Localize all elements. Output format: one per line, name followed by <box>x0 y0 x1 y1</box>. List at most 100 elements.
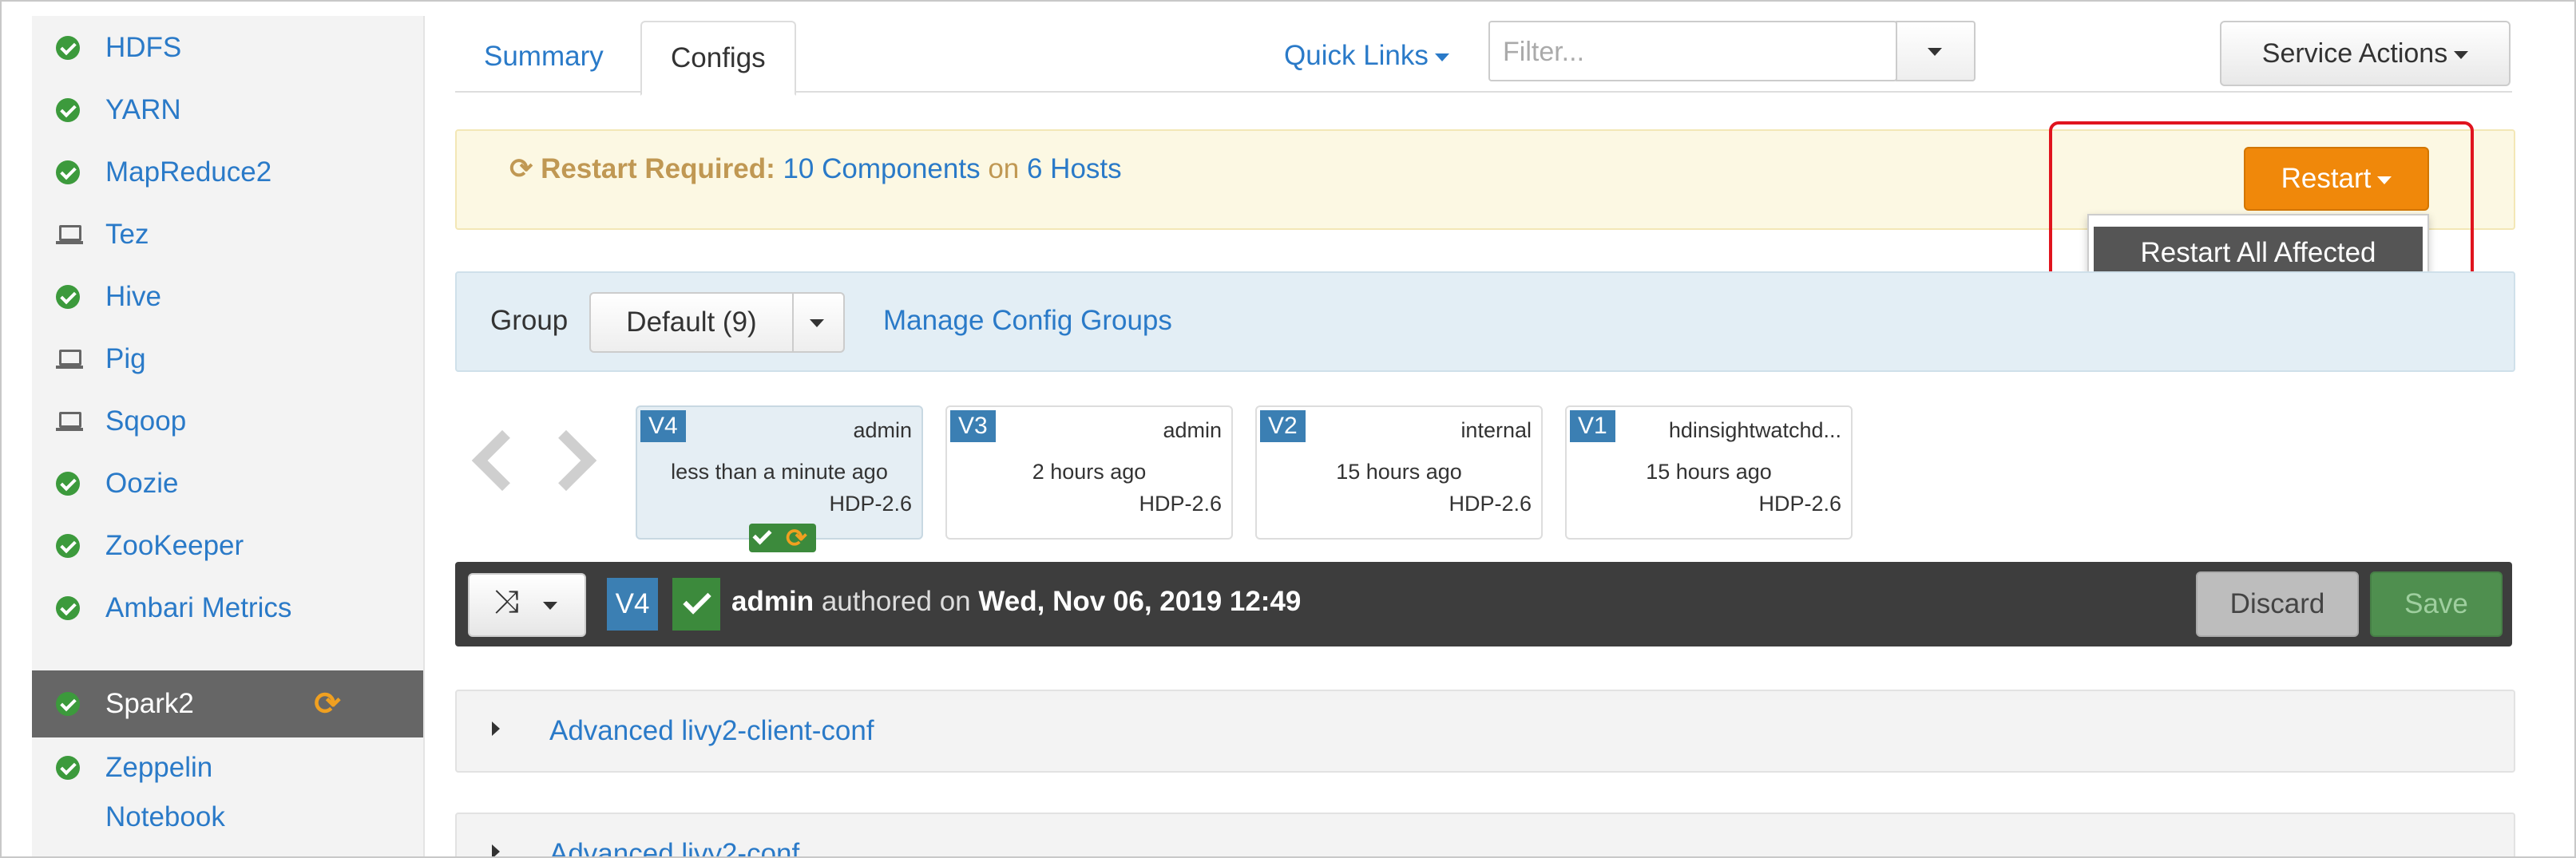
version-bar-author: admin <box>731 586 814 617</box>
chevron-right-icon[interactable] <box>535 429 597 492</box>
group-select[interactable]: Default (9) <box>589 292 845 353</box>
laptop-icon <box>56 409 83 433</box>
on-text: on <box>988 153 1020 184</box>
group-select-value: Default (9) <box>591 294 794 351</box>
sidebar-item-label: Tez <box>105 219 149 250</box>
tab-configs[interactable]: Configs <box>640 21 796 96</box>
config-section-title: Advanced livy2-conf <box>549 838 800 858</box>
version-author: hdinsightwatchd... <box>1668 418 1841 442</box>
version-author: internal <box>1460 418 1532 442</box>
refresh-icon: ⟳ <box>509 153 533 184</box>
sidebar-item-label-line2: Notebook <box>105 801 225 832</box>
version-bar-date: Wed, Nov 06, 2019 12:49 <box>978 586 1302 617</box>
sidebar-item-tez[interactable]: Tez <box>32 203 423 267</box>
tab-summary[interactable]: Summary <box>455 21 632 93</box>
sidebar-item-label: Hive <box>105 281 162 312</box>
hosts-link[interactable]: 6 Hosts <box>1027 153 1122 184</box>
version-badge: V1 <box>1570 410 1615 442</box>
restart-required-label: Restart Required: <box>541 153 775 184</box>
sidebar-item-hive[interactable]: Hive <box>32 265 423 329</box>
version-time: 2 hours ago <box>1032 460 1147 484</box>
check-circle-icon <box>56 285 80 309</box>
version-card-v2[interactable]: V2 internal 15 hours ago HDP-2.6 <box>1255 405 1543 540</box>
sidebar-item-sqoop[interactable]: Sqoop <box>32 389 423 453</box>
version-badge: V2 <box>1260 410 1306 442</box>
check-circle-icon <box>56 160 80 184</box>
sidebar-item-oozie[interactable]: Oozie <box>32 452 423 516</box>
sidebar-item-label: Zeppelin <box>105 752 213 783</box>
config-group-bar: Group Default (9) Manage Config Groups <box>455 271 2515 372</box>
version-author: admin <box>1163 418 1222 442</box>
version-time: 15 hours ago <box>1336 460 1462 484</box>
filter-dropdown-button[interactable] <box>1896 21 1976 81</box>
caret-down-icon <box>2454 51 2469 60</box>
chevron-left-icon[interactable] <box>471 429 533 492</box>
sidebar-item-label: YARN <box>105 94 181 125</box>
components-link[interactable]: 10 Components <box>783 153 980 184</box>
sidebar-item-pig[interactable]: Pig <box>32 327 423 391</box>
group-select-toggle[interactable] <box>794 294 843 351</box>
version-badge: V4 <box>640 410 686 442</box>
caret-right-icon <box>492 722 500 736</box>
config-section-livy2-client-conf[interactable]: Advanced livy2-client-conf <box>455 690 2515 773</box>
version-time: less than a minute ago <box>671 460 888 484</box>
version-stack: HDP-2.6 <box>1758 492 1841 516</box>
config-section-livy2-conf[interactable]: Advanced livy2-conf <box>455 813 2515 858</box>
config-section-title: Advanced livy2-client-conf <box>549 715 874 746</box>
sidebar-item-label: HDFS <box>105 32 182 63</box>
filter-input[interactable] <box>1501 32 1880 72</box>
manage-config-groups-link[interactable]: Manage Config Groups <box>883 305 1172 337</box>
version-stack: HDP-2.6 <box>1139 492 1222 516</box>
current-version-bar: ⤨ V4 admin authored on Wed, Nov 06, 2019… <box>455 562 2512 646</box>
sidebar-item-label: MapReduce2 <box>105 156 272 188</box>
service-actions-label: Service Actions <box>2261 38 2448 69</box>
filter-field[interactable] <box>1488 21 1897 81</box>
version-author: admin <box>853 418 912 442</box>
refresh-icon: ⟳ <box>786 524 807 552</box>
caret-down-icon <box>543 602 557 610</box>
discard-button[interactable]: Discard <box>2196 571 2359 637</box>
sidebar-item-mapreduce2[interactable]: MapReduce2 <box>32 140 423 204</box>
service-actions-button[interactable]: Service Actions <box>2220 21 2511 86</box>
refresh-icon: ⟳ <box>314 686 341 722</box>
save-button[interactable]: Save <box>2370 571 2503 637</box>
current-version-badge: V4 <box>607 578 658 631</box>
caret-down-icon <box>1928 48 1942 56</box>
check-circle-icon <box>56 596 80 620</box>
sidebar-item-zookeeper[interactable]: ZooKeeper <box>32 514 423 578</box>
version-card-v4[interactable]: V4 admin less than a minute ago HDP-2.6 … <box>636 405 923 552</box>
caret-down-icon <box>810 319 824 327</box>
sidebar-item-label: ZooKeeper <box>105 530 244 561</box>
caret-down-icon <box>1434 53 1449 61</box>
laptop-icon <box>56 223 83 247</box>
version-stack: HDP-2.6 <box>829 492 912 516</box>
sidebar-item-label: Oozie <box>105 468 179 499</box>
check-circle-icon <box>56 534 80 558</box>
sidebar-item-label: Ambari Metrics <box>105 592 292 623</box>
sidebar-item-zeppelin[interactable]: Zeppelin Notebook <box>32 739 423 835</box>
check-circle-icon <box>56 756 80 780</box>
version-card-v1[interactable]: V1 hdinsightwatchd... 15 hours ago HDP-2… <box>1565 405 1853 540</box>
version-badge: V3 <box>950 410 996 442</box>
app-frame: HDFS YARN MapReduce2 Tez Hive Pig Sqoop <box>0 0 2576 858</box>
sidebar-item-label: Pig <box>105 343 146 374</box>
sidebar-item-hdfs[interactable]: HDFS <box>32 16 423 80</box>
service-sidebar: HDFS YARN MapReduce2 Tez Hive Pig Sqoop <box>32 16 425 856</box>
restart-required-message: ⟳ Restart Required: 10 Components on 6 H… <box>509 153 1122 185</box>
check-icon <box>752 525 772 545</box>
quick-links-dropdown[interactable]: Quick Links <box>1284 40 1449 72</box>
sidebar-item-spark2[interactable]: Spark2 ⟳ <box>32 670 423 737</box>
laptop-icon <box>56 347 83 371</box>
shuffle-icon: ⤨ <box>493 584 519 619</box>
version-card-v3[interactable]: V3 admin 2 hours ago HDP-2.6 <box>945 405 1233 540</box>
check-circle-icon <box>56 36 80 60</box>
sidebar-item-yarn[interactable]: YARN <box>32 78 423 142</box>
quick-links-label: Quick Links <box>1284 40 1429 71</box>
check-icon <box>672 578 720 631</box>
compare-versions-button[interactable]: ⤨ <box>468 573 586 637</box>
check-circle-icon <box>56 98 80 122</box>
sidebar-item-ambari-metrics[interactable]: Ambari Metrics <box>32 576 423 640</box>
version-authored-text: admin authored on Wed, Nov 06, 2019 12:4… <box>731 586 1301 618</box>
caret-right-icon <box>492 844 500 856</box>
version-time: 15 hours ago <box>1646 460 1772 484</box>
